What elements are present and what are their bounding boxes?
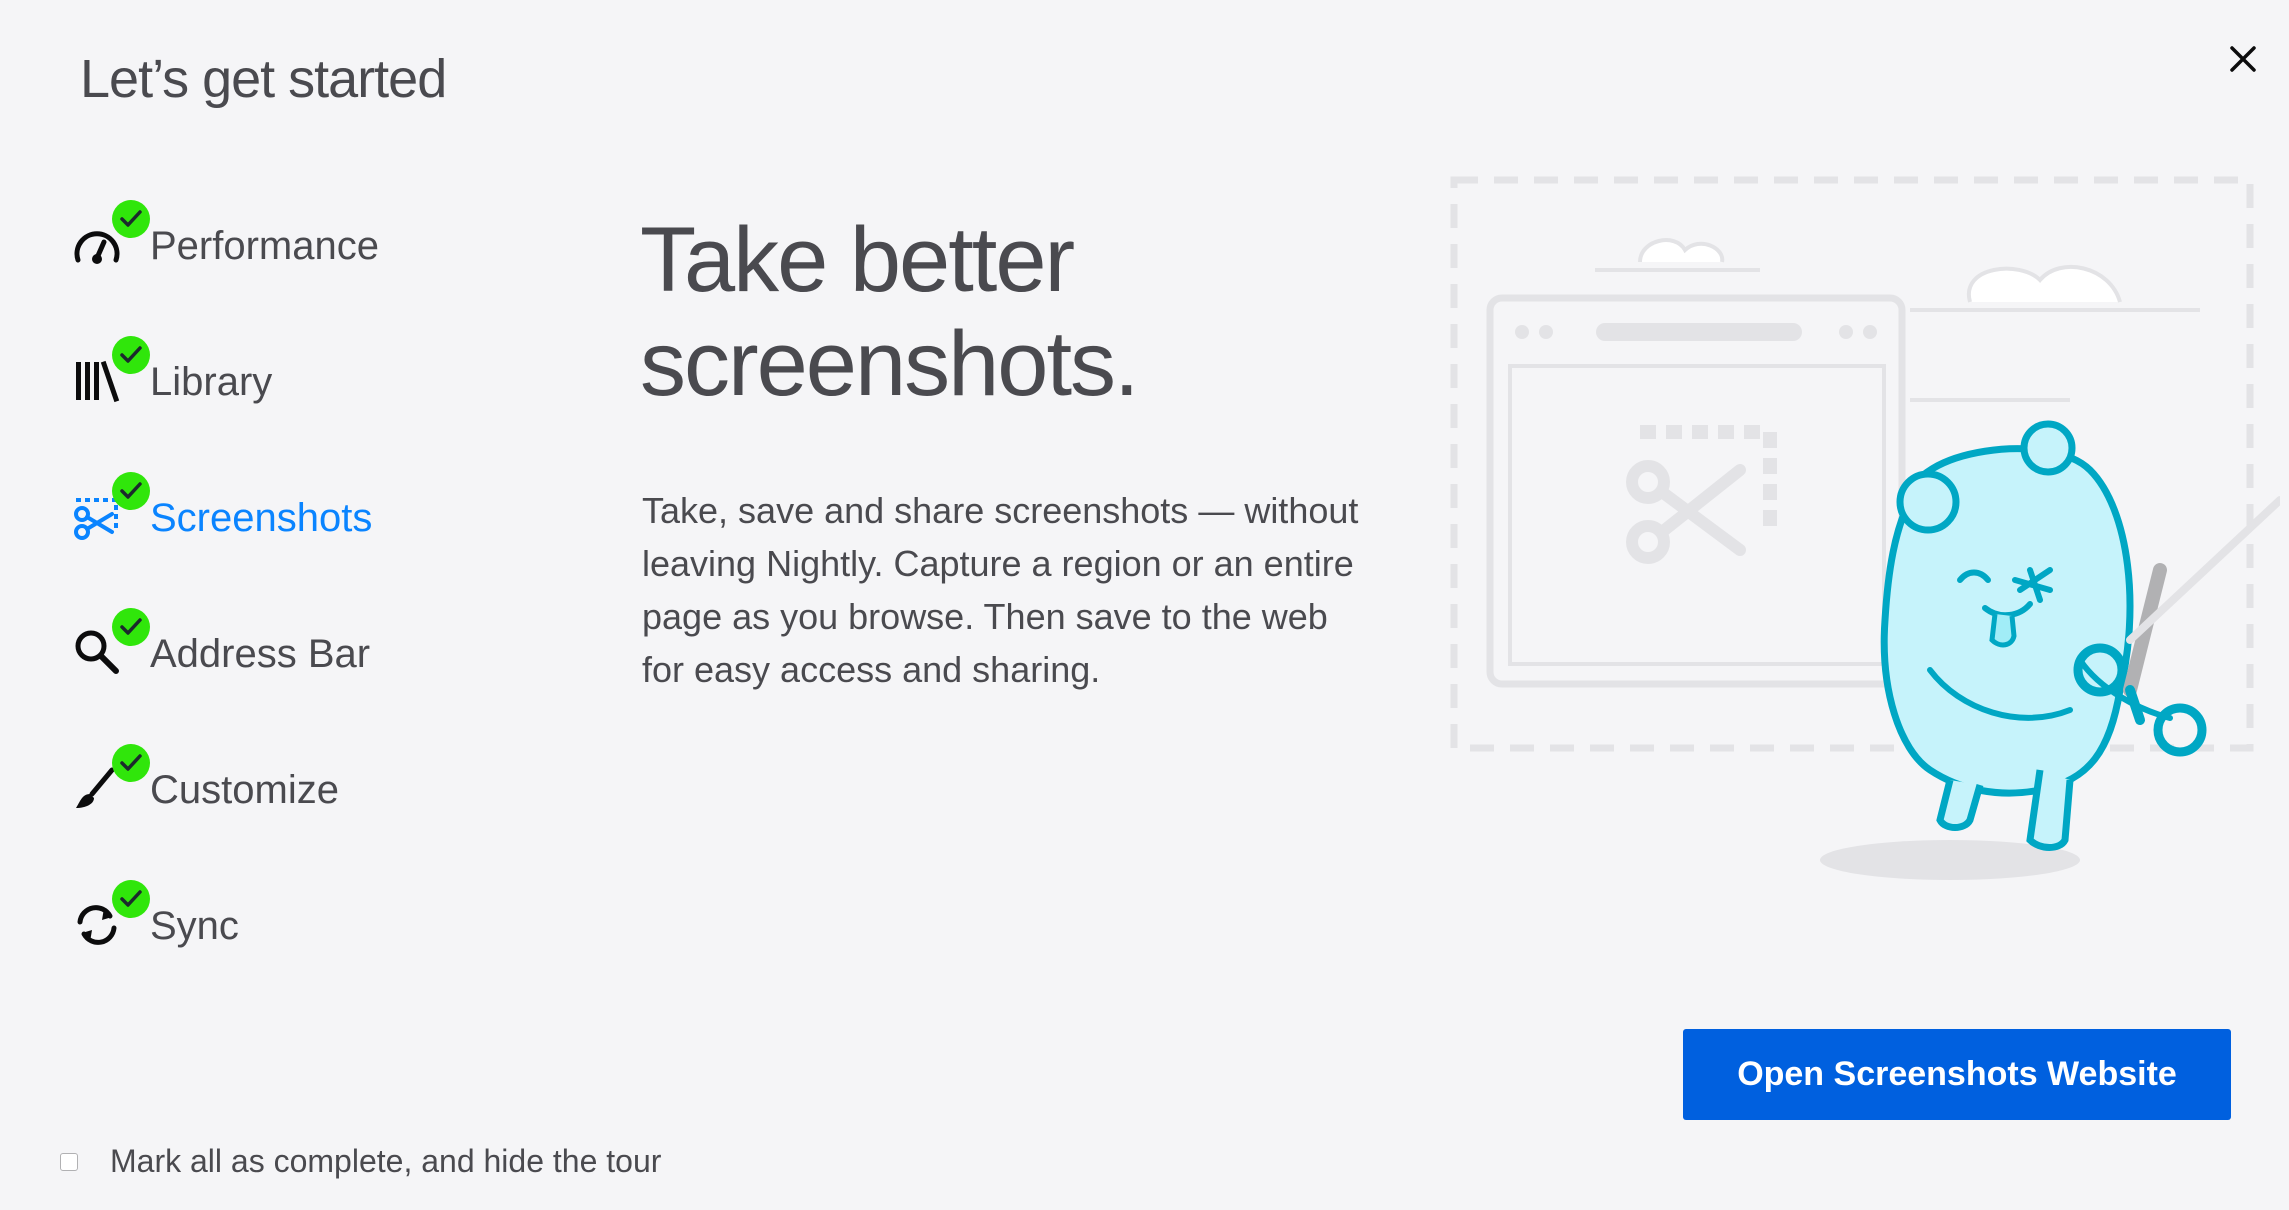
nav-item-library[interactable]: Library bbox=[68, 336, 488, 416]
nav-item-label: Screenshots bbox=[150, 495, 373, 540]
headline-line: screenshots. bbox=[640, 313, 1140, 415]
page-title: Let’s get started bbox=[80, 49, 447, 109]
check-icon bbox=[112, 472, 150, 510]
screenshots-illustration bbox=[1450, 176, 2280, 880]
check-icon bbox=[112, 608, 150, 646]
nav-item-label: Sync bbox=[150, 903, 239, 948]
headline-line: Take better bbox=[640, 209, 1075, 311]
hide-tour-checkbox[interactable] bbox=[60, 1152, 78, 1171]
check-icon bbox=[112, 880, 150, 918]
nav-item-customize[interactable]: Customize bbox=[68, 744, 488, 824]
nav-item-screenshots[interactable]: Screenshots bbox=[68, 472, 488, 552]
content-headline: Take better screenshots. bbox=[640, 208, 1140, 416]
nav-item-performance[interactable]: Performance bbox=[68, 200, 488, 280]
nav-item-address-bar[interactable]: Address Bar bbox=[68, 608, 488, 688]
check-icon bbox=[112, 336, 150, 374]
bear-mascot-icon bbox=[1880, 420, 2280, 851]
close-icon bbox=[2230, 46, 2256, 72]
nav-item-label: Performance bbox=[150, 223, 379, 268]
hide-tour-label[interactable]: Mark all as complete, and hide the tour bbox=[110, 1143, 661, 1180]
close-button[interactable] bbox=[2218, 34, 2268, 84]
nav-item-label: Customize bbox=[150, 767, 339, 812]
nav-item-sync[interactable]: Sync bbox=[68, 880, 488, 960]
nav-item-label: Address Bar bbox=[150, 631, 371, 676]
content-description: Take, save and share screenshots — witho… bbox=[642, 490, 1359, 690]
open-screenshots-website-button[interactable]: Open Screenshots Website bbox=[1683, 1029, 2231, 1120]
nav-item-label: Library bbox=[150, 359, 273, 404]
hide-tour-option: Mark all as complete, and hide the tour bbox=[60, 1143, 661, 1180]
check-icon bbox=[112, 744, 150, 782]
check-icon bbox=[112, 200, 150, 238]
